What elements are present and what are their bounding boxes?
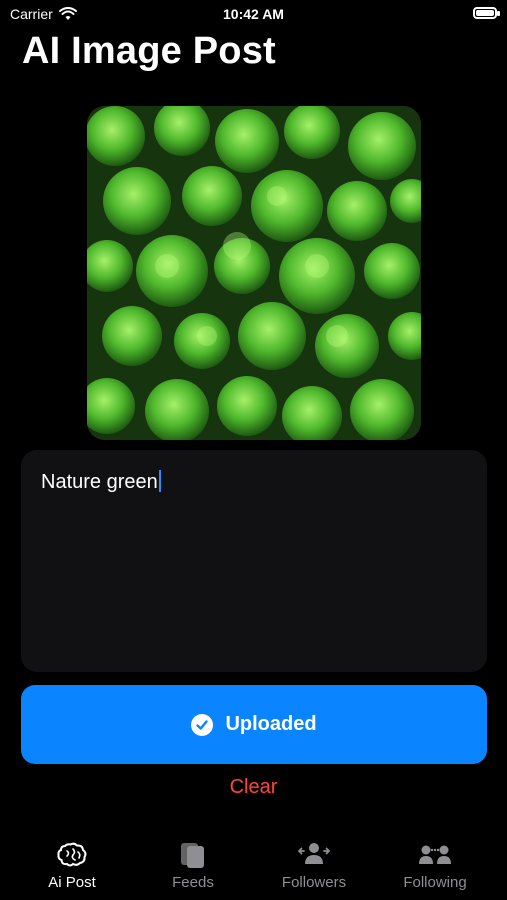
followers-icon (298, 843, 330, 864)
tab-label: Followers (281, 874, 347, 891)
generated-image (87, 106, 421, 440)
tab-bar: Ai Post Feeds Followers Following (0, 840, 507, 900)
status-bar: Carrier 10:42 AM (0, 0, 507, 28)
upload-button[interactable]: Uploaded (21, 685, 487, 764)
tab-feeds[interactable]: Feeds (143, 840, 243, 900)
following-icon (419, 845, 451, 864)
upload-button-label: Uploaded (225, 713, 317, 735)
checkmark-circle-icon (191, 713, 214, 736)
tab-following[interactable]: Following (385, 840, 485, 900)
tab-label: Following (403, 874, 467, 891)
text-cursor (158, 470, 161, 492)
forest-canopy-image (87, 106, 421, 440)
brain-icon (57, 842, 87, 867)
clear-button[interactable]: Clear (0, 776, 507, 799)
prompt-text-value: Nature green (41, 471, 158, 493)
page-title: AI Image Post (22, 30, 276, 72)
tab-ai-post[interactable]: Ai Post (22, 840, 122, 900)
cards-icon (181, 843, 204, 868)
tab-label: Feeds (172, 874, 214, 891)
status-time: 10:42 AM (223, 6, 284, 22)
battery-icon (473, 7, 500, 19)
tab-followers[interactable]: Followers (264, 840, 364, 900)
prompt-text-area[interactable]: Nature green (21, 450, 487, 672)
tab-label: Ai Post (48, 874, 96, 891)
